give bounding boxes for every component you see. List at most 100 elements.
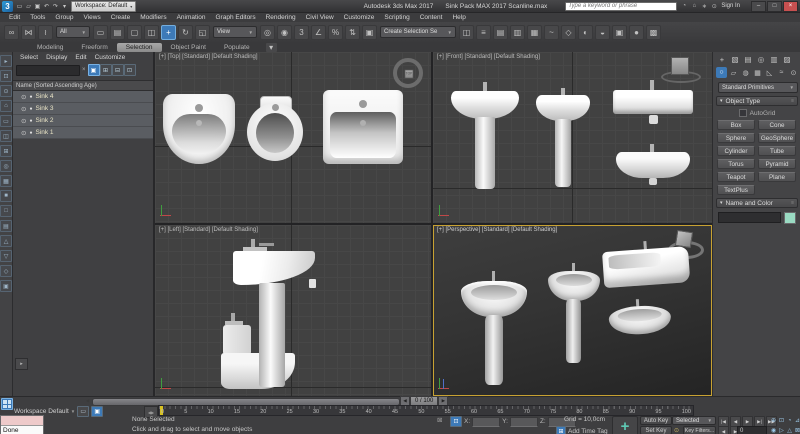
scene-list-header[interactable]: Name (Sorted Ascending Age) — [13, 80, 153, 91]
command-panel-tab-icon[interactable]: ▨ — [781, 54, 793, 65]
viewport-nav-icon[interactable]: ⊕ — [770, 416, 777, 425]
viewport-label[interactable]: [+] [Front] [Standard] [Default Shading] — [437, 54, 540, 60]
search-input[interactable] — [565, 2, 677, 11]
toolbar-icon[interactable]: ⋈ — [21, 25, 36, 40]
quick-access-icon[interactable]: ↶ — [42, 2, 51, 11]
window-control-button[interactable]: □ — [767, 1, 782, 12]
command-panel-tab-icon[interactable]: ▤ — [742, 54, 754, 65]
toolbar-icon[interactable]: 3 — [294, 25, 309, 40]
create-category-icon[interactable]: ≈ — [776, 67, 787, 78]
menu-item[interactable]: Content — [415, 14, 448, 21]
side-strip-icon[interactable]: ◇ — [0, 265, 12, 277]
side-strip-icon[interactable]: ◎ — [0, 160, 12, 172]
sink-object[interactable] — [616, 144, 692, 192]
scene-explorer-menu-item[interactable]: Select — [17, 54, 41, 61]
side-strip-icon[interactable]: ⊡ — [0, 70, 12, 82]
create-category-icon[interactable]: ◺ — [764, 67, 775, 78]
create-category-icon[interactable]: ⊙ — [788, 67, 799, 78]
ribbon-tab[interactable]: Freeform — [72, 43, 116, 52]
viewcube-face[interactable]: TOP — [405, 70, 414, 79]
menu-item[interactable]: Civil View — [301, 14, 339, 21]
object-name-field[interactable] — [718, 212, 781, 223]
delete-workspace-icon[interactable]: ▭ — [77, 406, 89, 417]
viewport-nav-icon[interactable]: △ — [786, 426, 793, 434]
toolbar-icon[interactable]: ∠ — [311, 25, 326, 40]
command-panel-tab-icon[interactable]: ◎ — [755, 54, 767, 65]
scene-explorer-tool-icon[interactable]: ▣ — [88, 64, 100, 76]
menu-item[interactable]: Create — [106, 14, 136, 21]
sink-object[interactable] — [163, 94, 235, 164]
command-panel-tab-icon[interactable]: + — [716, 54, 728, 65]
menu-item[interactable]: Animation — [172, 14, 211, 21]
viewport-nav-icon[interactable]: ⊿ — [794, 416, 800, 425]
primitive-button[interactable]: Cone — [758, 120, 796, 130]
menu-item[interactable]: Help — [447, 14, 470, 21]
viewcube-face[interactable] — [671, 57, 689, 75]
viewport-front[interactable]: [+] [Front] [Standard] [Default Shading] — [433, 52, 712, 223]
side-strip-icon[interactable]: ▣ — [0, 280, 12, 292]
object-color-swatch[interactable] — [784, 212, 796, 224]
selection-set-dropdown[interactable]: Selected ▼ — [672, 416, 716, 425]
toolbar-icon[interactable]: ◫ — [144, 25, 159, 40]
toolbar-icon[interactable]: ◉ — [277, 25, 292, 40]
create-category-icon[interactable]: ○ — [716, 67, 727, 78]
side-strip-icon[interactable]: ▤ — [0, 220, 12, 232]
ribbon-tab[interactable]: Selection — [117, 43, 162, 52]
side-strip-icon[interactable]: ▽ — [0, 250, 12, 262]
toolbar-icon[interactable]: ▭ — [93, 25, 108, 40]
viewport-perspective[interactable]: [+] [Perspective] [Standard] [Default Sh… — [433, 225, 712, 396]
workspace-name[interactable]: Workspace Default — [14, 408, 69, 415]
app-logo-icon[interactable]: 3 — [2, 1, 13, 12]
scene-object-row[interactable]: ⊙ ● Sink 2 — [13, 115, 153, 127]
toolbar-icon[interactable]: ⇅ — [345, 25, 360, 40]
toolbar-icon[interactable]: ◇ — [561, 25, 576, 40]
toolbar-icon[interactable]: ↻ — [178, 25, 193, 40]
menu-item[interactable]: Tools — [25, 14, 50, 21]
toolbar-icon[interactable]: ◫ — [459, 25, 474, 40]
viewport-top[interactable]: [+] [Top] [Standard] [Default Shading] T… — [155, 52, 431, 223]
toolbar-icon[interactable]: ▦ — [527, 25, 542, 40]
primitive-button[interactable]: Torus — [717, 159, 755, 169]
viewport-left[interactable]: [+] [Left] [Standard] [Default Shading] — [155, 225, 431, 396]
viewport-nav-icon[interactable]: ▷ — [778, 426, 785, 434]
ribbon-config-icon[interactable]: ▾ — [265, 42, 278, 53]
sink-object[interactable] — [548, 263, 602, 365]
autogrid-checkbox[interactable] — [739, 109, 747, 117]
time-slider-handle[interactable]: ◀ 0 / 100 ▶ — [400, 397, 448, 405]
selection-filter-dropdown[interactable]: All ▼ — [56, 26, 90, 38]
scene-explorer-tool-icon[interactable]: ⊟ — [112, 64, 124, 76]
menu-item[interactable]: Edit — [4, 14, 25, 21]
name-color-rollout[interactable]: ▾ Name and Color ≡ — [716, 198, 798, 208]
create-key-button[interactable]: + — [612, 416, 638, 434]
toolbar-icon[interactable]: ◐ — [578, 25, 593, 40]
menu-item[interactable]: Graph Editors — [211, 14, 261, 21]
viewport-nav-icon[interactable]: ◔ — [786, 416, 793, 425]
quick-access-icon[interactable]: ▣ — [33, 2, 42, 11]
toolbar-icon[interactable]: ▣ — [612, 25, 627, 40]
viewcube[interactable] — [660, 56, 700, 82]
sink-object[interactable] — [536, 88, 592, 190]
quick-access-icon[interactable]: ▱ — [24, 2, 33, 11]
quick-access-icon[interactable]: ▭ — [15, 2, 24, 11]
y-coordinate-field[interactable] — [510, 417, 538, 427]
create-category-icon[interactable]: ▱ — [728, 67, 739, 78]
maxscript-mini-listener[interactable]: Done — [0, 415, 44, 434]
menu-item[interactable]: Modifiers — [135, 14, 171, 21]
side-strip-icon[interactable]: ⊞ — [0, 145, 12, 157]
x-coordinate-field[interactable] — [472, 417, 500, 427]
menu-item[interactable]: Views — [78, 14, 105, 21]
toolbar-icon[interactable]: ▥ — [510, 25, 525, 40]
viewport-label[interactable]: [+] [Left] [Standard] [Default Shading] — [159, 227, 258, 233]
toolbar-icon[interactable]: ~ — [544, 25, 559, 40]
primitive-button[interactable]: Sphere — [717, 133, 755, 143]
toolbar-icon[interactable]: % — [328, 25, 343, 40]
viewport-label[interactable]: [+] [Perspective] [Standard] [Default Sh… — [437, 227, 557, 233]
frame-step-button[interactable]: ◀ — [718, 426, 729, 434]
sink-object[interactable] — [613, 80, 695, 130]
visibility-eye-icon[interactable]: ⊙ — [21, 129, 26, 137]
visibility-eye-icon[interactable]: ⊙ — [21, 117, 26, 125]
primitive-type-dropdown[interactable]: Standard Primitives ▼ — [718, 82, 798, 93]
sink-object-selected[interactable] — [233, 239, 319, 387]
toolbar-icon[interactable]: ▢ — [127, 25, 142, 40]
primitive-button[interactable]: GeoSphere — [758, 133, 796, 143]
